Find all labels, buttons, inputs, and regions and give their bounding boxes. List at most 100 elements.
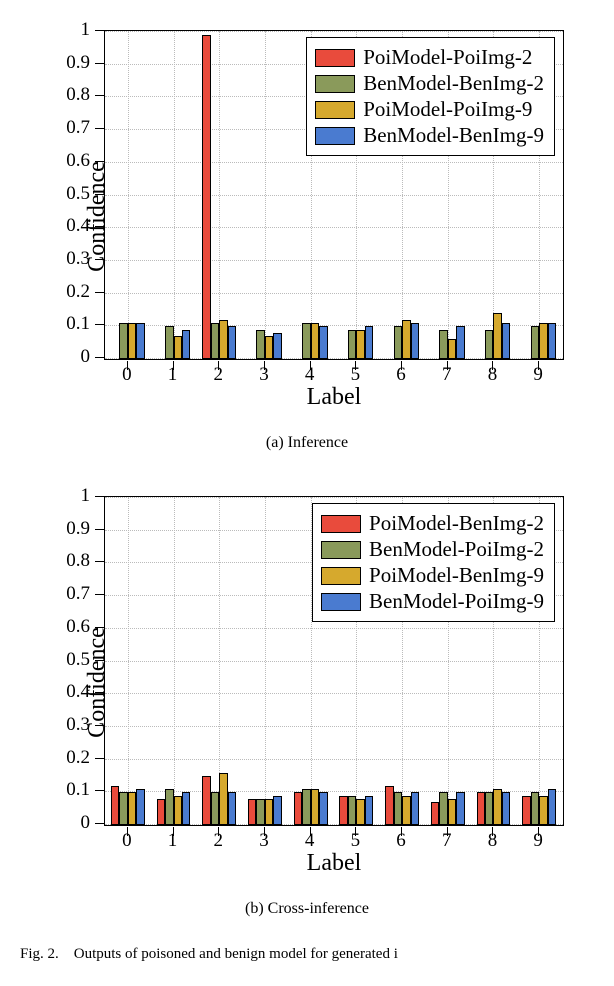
bar [365, 796, 373, 825]
x-tick-label: 3 [259, 830, 269, 852]
x-tick-label: 8 [488, 364, 498, 386]
bar [539, 796, 547, 825]
bar [174, 796, 182, 825]
bar [365, 326, 373, 359]
figure-caption-prefix: Fig. 2. [20, 946, 59, 962]
bar [319, 326, 327, 359]
legend-label: BenModel-PoiImg-9 [369, 589, 544, 614]
chart-panel-b: PoiModel-BenImg-2BenModel-PoiImg-2PoiMod… [22, 478, 592, 886]
bar [502, 792, 510, 825]
x-tick-label: 1 [168, 364, 178, 386]
bar [256, 799, 264, 825]
bar [348, 330, 356, 359]
legend-item: PoiModel-BenImg-9 [321, 563, 544, 588]
x-tick-label: 6 [396, 364, 406, 386]
bar [182, 330, 190, 359]
legend-label: PoiModel-BenImg-2 [369, 511, 544, 536]
x-tick-label: 4 [305, 364, 315, 386]
legend-label: BenModel-BenImg-9 [363, 123, 544, 148]
bar [302, 323, 310, 359]
x-tick-label: 7 [442, 364, 452, 386]
x-tick-label: 7 [442, 830, 452, 852]
legend-swatch [321, 593, 361, 611]
legend-label: BenModel-BenImg-2 [363, 71, 544, 96]
bar [219, 320, 227, 359]
bar [448, 799, 456, 825]
bar [522, 796, 530, 825]
bar [548, 323, 556, 359]
bar [202, 35, 210, 359]
bar [273, 333, 281, 359]
bar [228, 792, 236, 825]
plot-area: PoiModel-BenImg-2BenModel-PoiImg-2PoiMod… [104, 496, 564, 826]
bar [348, 796, 356, 825]
legend-swatch [315, 101, 355, 119]
legend-item: BenModel-BenImg-9 [315, 123, 544, 148]
bar [302, 789, 310, 825]
bar [211, 792, 219, 825]
bar [485, 330, 493, 359]
bar [356, 799, 364, 825]
x-tick-label: 3 [259, 364, 269, 386]
bar [265, 799, 273, 825]
bar [265, 336, 273, 359]
bar [439, 330, 447, 359]
y-axis-label: Confidence [42, 478, 153, 886]
bar [174, 336, 182, 359]
plot-area: PoiModel-PoiImg-2BenModel-BenImg-2PoiMod… [104, 30, 564, 360]
bar [394, 326, 402, 359]
figure-caption: Fig. 2. Outputs of poisoned and benign m… [20, 944, 594, 964]
bar [211, 323, 219, 359]
bar [394, 792, 402, 825]
bar [411, 323, 419, 359]
legend-swatch [315, 49, 355, 67]
bar [248, 799, 256, 825]
bar [339, 796, 347, 825]
x-tick-label: 2 [214, 830, 224, 852]
bar [294, 792, 302, 825]
bar [456, 792, 464, 825]
bar [311, 789, 319, 825]
bar [402, 320, 410, 359]
bar [165, 789, 173, 825]
y-axis-label: Confidence [42, 12, 153, 420]
x-axis-label: Label [104, 850, 564, 877]
bar [273, 796, 281, 825]
bar [548, 789, 556, 825]
bar [531, 792, 539, 825]
bar [356, 330, 364, 359]
legend-swatch [315, 127, 355, 145]
bar [493, 789, 501, 825]
x-tick-label: 5 [351, 364, 361, 386]
legend-item: BenModel-PoiImg-2 [321, 537, 544, 562]
bar [539, 323, 547, 359]
x-axis-label: Label [104, 384, 564, 411]
legend-swatch [315, 75, 355, 93]
legend-swatch [321, 515, 361, 533]
legend-label: BenModel-PoiImg-2 [369, 537, 544, 562]
bar [228, 326, 236, 359]
bar [165, 326, 173, 359]
bar [485, 792, 493, 825]
legend-item: PoiModel-BenImg-2 [321, 511, 544, 536]
x-tick-label: 9 [533, 830, 543, 852]
figure-caption-text: Outputs of poisoned and benign model for… [74, 946, 398, 962]
x-tick-label: 9 [533, 364, 543, 386]
legend-swatch [321, 567, 361, 585]
x-tick-label: 1 [168, 830, 178, 852]
bar [493, 313, 501, 359]
legend-label: PoiModel-PoiImg-2 [363, 45, 532, 70]
x-tick-label: 4 [305, 830, 315, 852]
subplot-caption: (a) Inference [0, 434, 614, 452]
bar [448, 339, 456, 359]
bar [256, 330, 264, 359]
bar [477, 792, 485, 825]
legend: PoiModel-PoiImg-2BenModel-BenImg-2PoiMod… [306, 37, 555, 156]
bar [502, 323, 510, 359]
x-tick-label: 5 [351, 830, 361, 852]
bar [531, 326, 539, 359]
bar [157, 799, 165, 825]
bar [385, 786, 393, 825]
legend-swatch [321, 541, 361, 559]
chart-panel-a: PoiModel-PoiImg-2BenModel-BenImg-2PoiMod… [22, 12, 592, 420]
